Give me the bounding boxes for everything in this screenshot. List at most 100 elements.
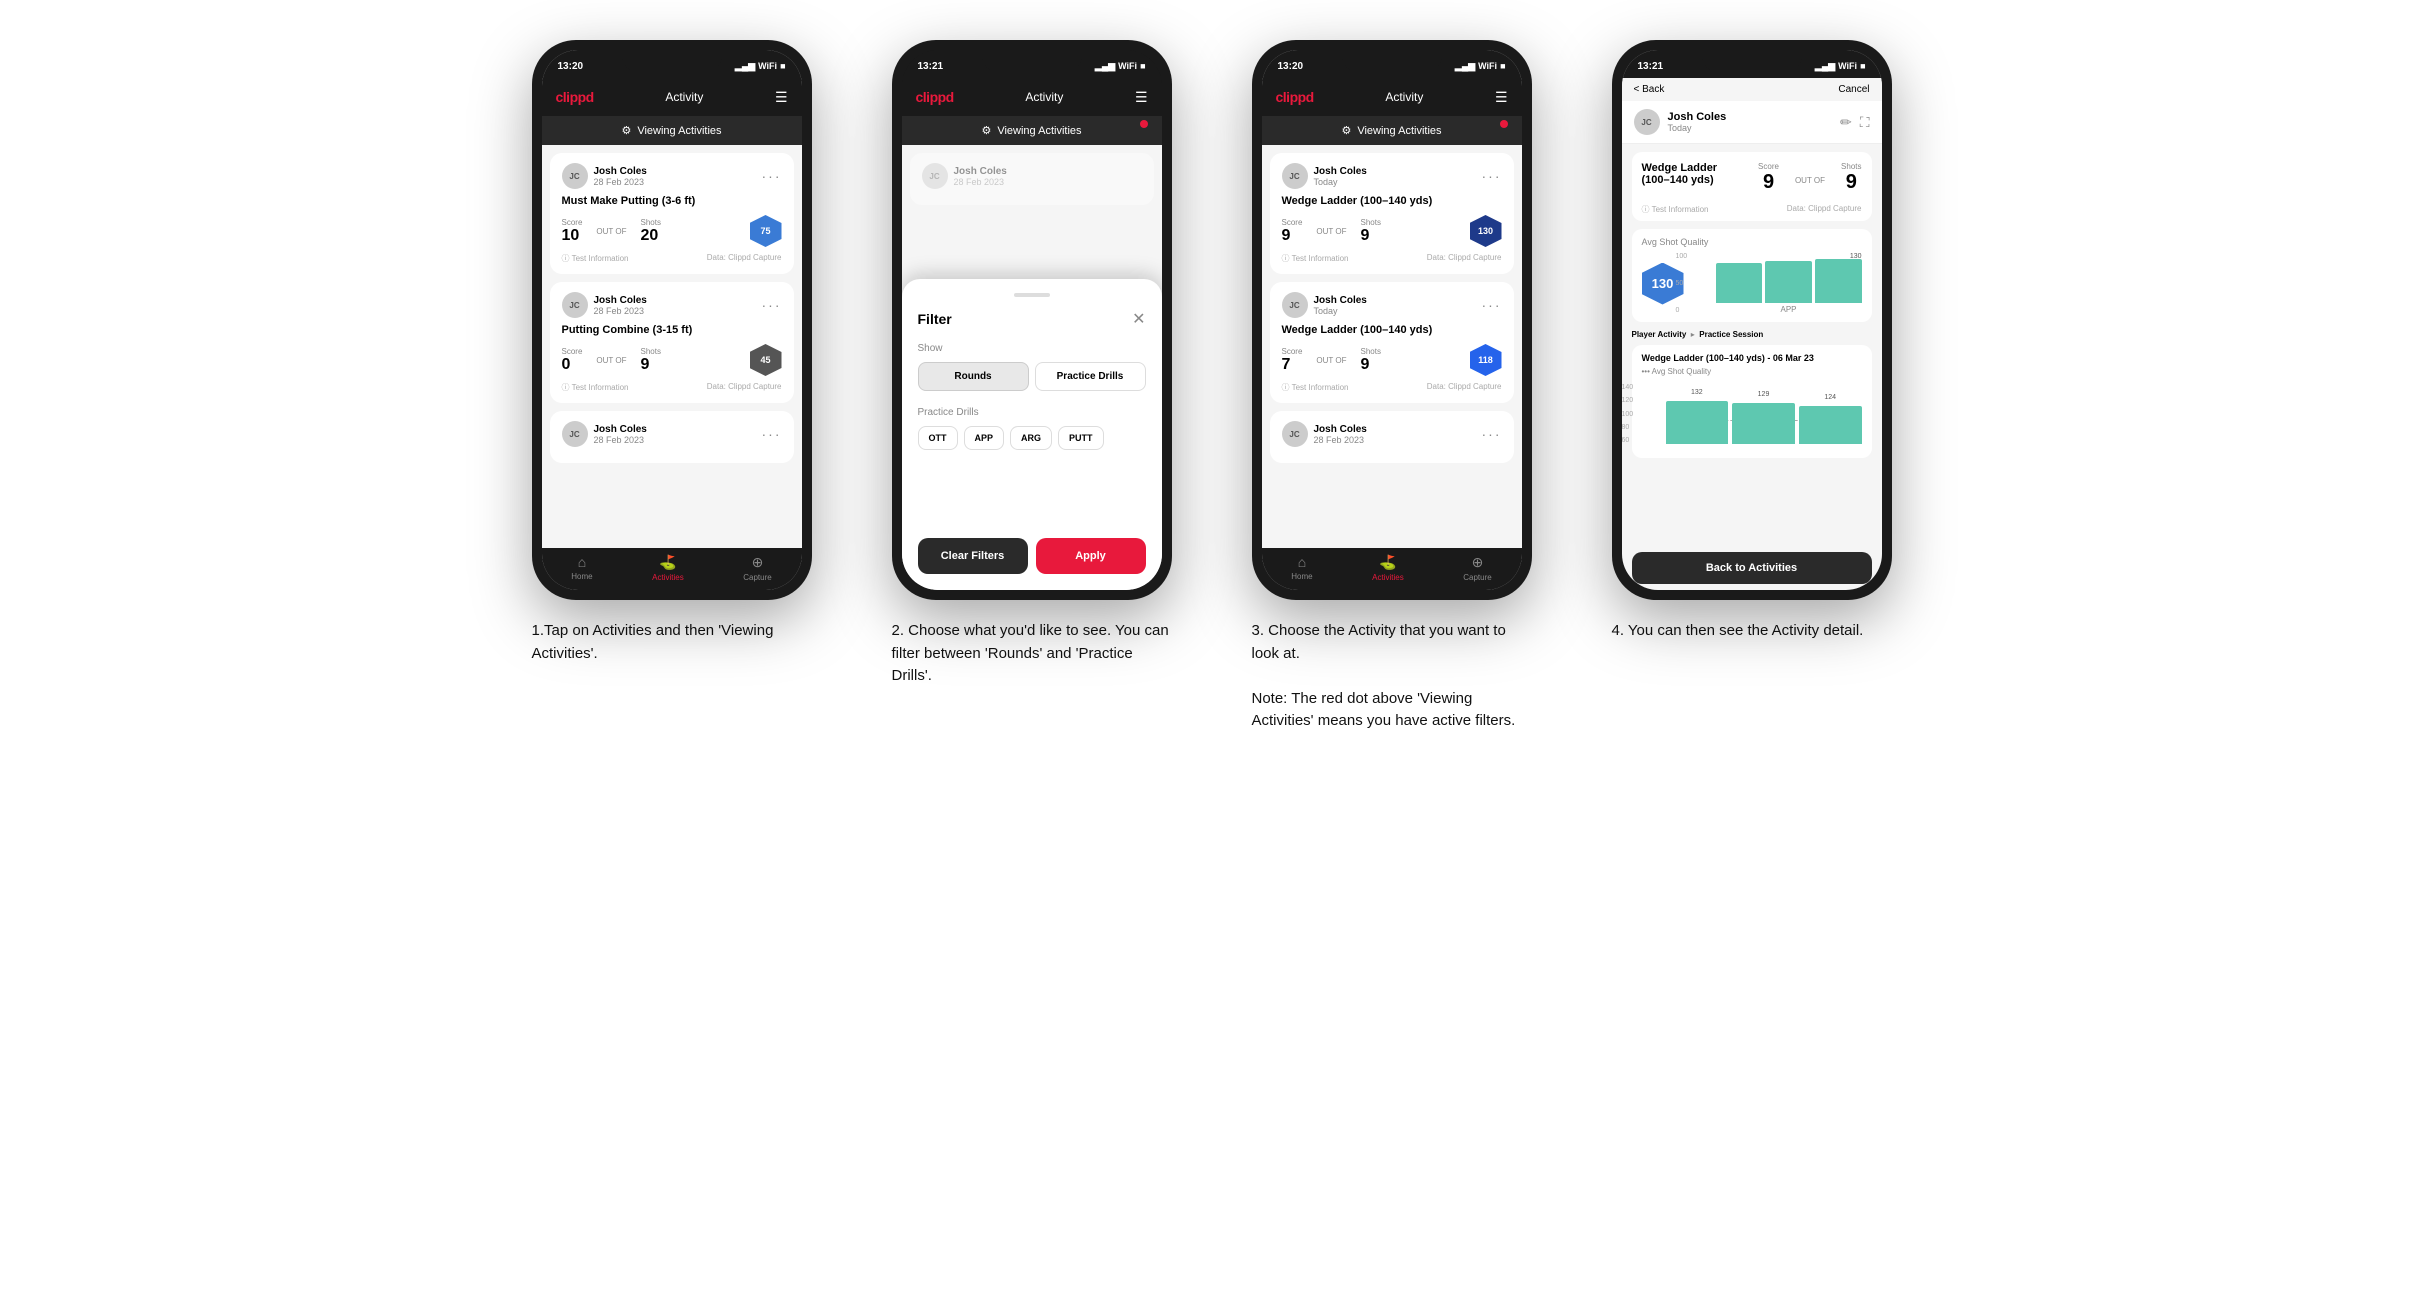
nav-capture-label-1: Capture — [743, 573, 771, 582]
avatar-3-3: JC — [1282, 421, 1308, 447]
info-left-1-2: ⓘ Test Information — [562, 382, 629, 393]
tag-app[interactable]: APP — [964, 426, 1005, 450]
bottom-nav-1: ⌂ Home ⛳ Activities ⊕ Capture — [542, 548, 802, 590]
home-icon-3: ⌂ — [1298, 554, 1306, 570]
nav-activities-1[interactable]: ⛳ Activities — [652, 554, 684, 582]
back-button-4[interactable]: < Back — [1634, 84, 1665, 95]
activities-icon-1: ⛳ — [659, 554, 676, 571]
nav-activities-label-1: Activities — [652, 573, 684, 582]
shots-label-3-1: Shots — [1360, 218, 1380, 227]
activity-card-3-1[interactable]: JC Josh Coles Today ··· Wedge Ladder (10… — [1270, 153, 1514, 274]
card-menu-3-3[interactable]: ··· — [1482, 426, 1502, 442]
back-to-activities-btn-4[interactable]: Back to Activities — [1632, 552, 1872, 584]
user-date-1-2: 28 Feb 2023 — [594, 306, 647, 316]
score-col-val-4: 9 — [1758, 171, 1779, 194]
card-user-3-1: JC Josh Coles Today — [1282, 163, 1367, 189]
score-label-1-1: Score — [562, 218, 583, 227]
phone-1: 13:20 ▂▄▆ WiFi ■ clippd Activity ☰ ⚙ Vie… — [532, 40, 812, 600]
filter-toggle-row: Rounds Practice Drills — [918, 362, 1146, 391]
edit-icon-4[interactable]: ✏ — [1840, 114, 1852, 131]
description-1: 1.Tap on Activities and then 'Viewing Ac… — [532, 620, 812, 665]
nav-capture-label-3: Capture — [1463, 573, 1491, 582]
status-icons-3: ▂▄▆ WiFi ■ — [1455, 61, 1506, 72]
filter-modal: Filter ✕ Show Rounds Practice Drills Pra… — [902, 279, 1162, 591]
nav-activities-3[interactable]: ⛳ Activities — [1372, 554, 1404, 582]
hamburger-menu-2[interactable]: ☰ — [1135, 89, 1148, 106]
player-activity-label-4: Player Activity ▸ Practice Session — [1632, 330, 1872, 339]
detail-user-name-4: Josh Coles — [1668, 111, 1727, 123]
bottom-nav-3: ⌂ Home ⛳ Activities ⊕ Capture — [1262, 548, 1522, 590]
bar-3-4: 124 — [1799, 406, 1862, 444]
user-name-3-1: Josh Coles — [1314, 166, 1367, 177]
filter-icon-1: ⚙ — [621, 124, 631, 137]
activity-card-1-3[interactable]: JC Josh Coles 28 Feb 2023 ··· — [550, 411, 794, 463]
status-icons-1: ▂▄▆ WiFi ■ — [735, 61, 786, 72]
detail-action-icons-4: ✏ ⛶ — [1840, 114, 1870, 131]
avg-quality-label-4: Avg Shot Quality — [1642, 237, 1862, 247]
card-menu-3-2[interactable]: ··· — [1482, 297, 1502, 313]
bar-1-4: 132 — [1666, 401, 1729, 444]
info-right-1-1: Data: Clippd Capture — [707, 253, 782, 264]
card-menu-1-3[interactable]: ··· — [762, 426, 782, 442]
viewing-banner-2[interactable]: ⚙ Viewing Activities — [902, 116, 1162, 145]
y-axis-labels-4: 100 50 0 — [1676, 253, 1688, 314]
notch-3 — [1342, 50, 1442, 72]
status-icons-2: ▂▄▆ WiFi ■ — [1095, 61, 1146, 72]
description-4: 4. You can then see the Activity detail. — [1612, 620, 1892, 643]
out-of-col-4: OUT OF — [1795, 176, 1825, 185]
detail-header-4: < Back Cancel — [1622, 78, 1882, 101]
chart-label-4: APP — [1716, 305, 1862, 314]
nav-capture-3[interactable]: ⊕ Capture — [1463, 554, 1491, 582]
tag-putt[interactable]: PUTT — [1058, 426, 1104, 450]
rounds-btn[interactable]: Rounds — [918, 362, 1029, 391]
nav-home-label-1: Home — [571, 572, 592, 581]
card-user-1-3: JC Josh Coles 28 Feb 2023 — [562, 421, 647, 447]
activity-card-1-2[interactable]: JC Josh Coles 28 Feb 2023 ··· Putting Co… — [550, 282, 794, 403]
status-time-1: 13:20 — [558, 61, 584, 72]
nav-home-label-3: Home — [1291, 572, 1312, 581]
shots-label-1-1: Shots — [640, 218, 660, 227]
column-1: 13:20 ▂▄▆ WiFi ■ clippd Activity ☰ ⚙ Vie… — [512, 40, 832, 733]
avg-quality-section-4: Avg Shot Quality 130 100 50 0 — [1632, 229, 1872, 322]
app-logo-1: clippd — [556, 89, 594, 105]
apply-button[interactable]: Apply — [1036, 538, 1146, 574]
user-name-3-3: Josh Coles — [1314, 424, 1367, 435]
nav-home-1[interactable]: ⌂ Home — [571, 554, 592, 582]
filter-icon-3: ⚙ — [1341, 124, 1351, 137]
viewing-banner-1[interactable]: ⚙ Viewing Activities — [542, 116, 802, 145]
score-label-3-2: Score — [1282, 347, 1303, 356]
tag-ott[interactable]: OTT — [918, 426, 958, 450]
viewing-banner-3[interactable]: ⚙ Viewing Activities — [1262, 116, 1522, 145]
activity-card-3-3[interactable]: JC Josh Coles 28 Feb 2023 ··· — [1270, 411, 1514, 463]
nav-home-3[interactable]: ⌂ Home — [1291, 554, 1312, 582]
nav-capture-1[interactable]: ⊕ Capture — [743, 554, 771, 582]
shot-quality-hex-3-2: 118 — [1470, 344, 1502, 376]
card-menu-1-2[interactable]: ··· — [762, 297, 782, 313]
show-section-label: Show — [918, 343, 1146, 354]
info-right-3-2: Data: Clippd Capture — [1427, 382, 1502, 393]
filter-close-icon[interactable]: ✕ — [1132, 309, 1145, 329]
activity-card-3-2[interactable]: JC Josh Coles Today ··· Wedge Ladder (10… — [1270, 282, 1514, 403]
detail-content-4: Wedge Ladder(100–140 yds) Score 9 OUT OF — [1622, 144, 1882, 546]
notch-1 — [622, 50, 722, 72]
shots-val-3-1: 9 — [1360, 227, 1380, 245]
shots-label-1-2: Shots — [640, 347, 660, 356]
info-right-3-1: Data: Clippd Capture — [1427, 253, 1502, 264]
cancel-button-4[interactable]: Cancel — [1838, 84, 1869, 95]
info-right-1-2: Data: Clippd Capture — [707, 382, 782, 393]
tag-arg[interactable]: ARG — [1010, 426, 1052, 450]
hamburger-menu-3[interactable]: ☰ — [1495, 89, 1508, 106]
user-date-3-3: 28 Feb 2023 — [1314, 435, 1367, 445]
expand-icon-4[interactable]: ⛶ — [1860, 114, 1870, 131]
info-left-3-2: ⓘ Test Information — [1282, 382, 1349, 393]
practice-drills-btn[interactable]: Practice Drills — [1035, 362, 1146, 391]
avatar-4: JC — [1634, 109, 1660, 135]
chart-y-labels-4: 140 120 100 80 60 — [1622, 384, 1634, 444]
clear-filters-button[interactable]: Clear Filters — [918, 538, 1028, 574]
detail-drill-name-4: Wedge Ladder(100–140 yds) — [1642, 162, 1718, 186]
viewing-banner-label-2: Viewing Activities — [997, 125, 1081, 137]
activity-card-1-1[interactable]: JC Josh Coles 28 Feb 2023 ··· Must Make … — [550, 153, 794, 274]
hamburger-menu-1[interactable]: ☰ — [775, 89, 788, 106]
card-menu-3-1[interactable]: ··· — [1482, 168, 1502, 184]
card-menu-1-1[interactable]: ··· — [762, 168, 782, 184]
